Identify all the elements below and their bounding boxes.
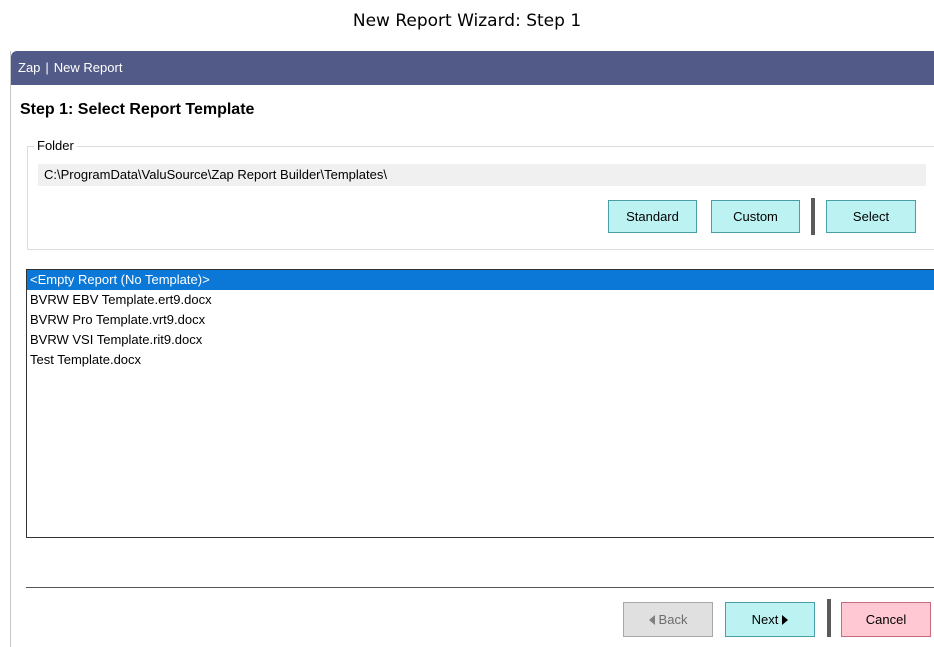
arrow-left-icon [648,614,655,625]
title-separator: | [45,60,49,75]
window-titlebar: Zap | New Report [11,51,934,85]
template-item-bvrw-vsi[interactable]: BVRW VSI Template.rit9.docx [27,330,934,350]
template-item-empty-report[interactable]: <Empty Report (No Template)> [27,270,934,290]
select-button[interactable]: Select [826,200,916,233]
arrow-right-icon [782,614,789,625]
template-list[interactable]: <Empty Report (No Template)> BVRW EBV Te… [26,269,934,538]
folder-path-field: C:\ProgramData\ValuSource\Zap Report Bui… [38,164,926,186]
button-divider [811,198,815,235]
template-item-bvrw-pro[interactable]: BVRW Pro Template.vrt9.docx [27,310,934,330]
app-name: Zap [18,60,41,75]
folder-legend: Folder [34,138,77,153]
cancel-button[interactable]: Cancel [841,602,931,637]
back-button[interactable]: Back [623,602,713,637]
step-title: Step 1: Select Report Template [20,101,255,118]
footer-divider [26,587,934,588]
standard-button[interactable]: Standard [608,200,697,233]
custom-button[interactable]: Custom [711,200,800,233]
template-item-bvrw-ebv[interactable]: BVRW EBV Template.ert9.docx [27,290,934,310]
next-label: Next [751,612,779,627]
back-label: Back [658,612,688,627]
window-title: New Report [53,60,123,75]
next-button[interactable]: Next [725,602,815,637]
wizard-caption: New Report Wizard: Step 1 [352,11,582,31]
report-window: Zap | New Report Step 1: Select Report Tem… [10,51,934,647]
folder-group: Folder C:\ProgramData\ValuSource\Zap Rep… [27,138,934,250]
template-item-test[interactable]: Test Template.docx [27,350,934,370]
footer-button-divider [827,599,831,637]
